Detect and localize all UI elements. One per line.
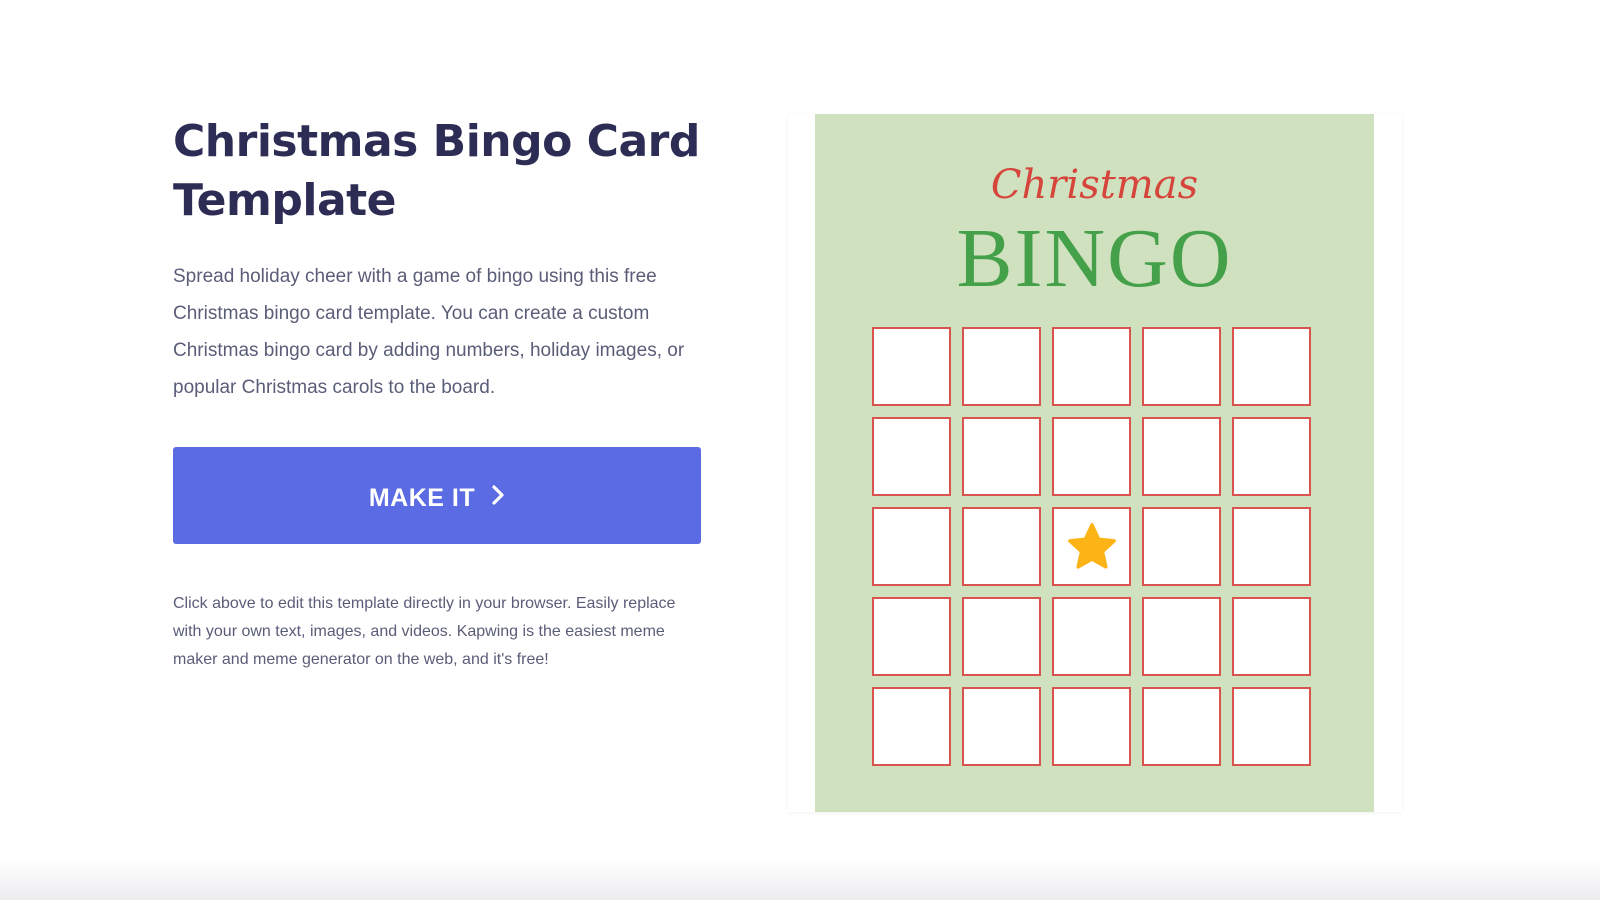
card-script-title: Christmas bbox=[990, 162, 1199, 208]
bingo-cell bbox=[1232, 327, 1311, 406]
bingo-cell bbox=[872, 687, 951, 766]
hero-section: Christmas Bingo Card Template Spread hol… bbox=[173, 112, 703, 674]
editor-footnote: Click above to edit this template direct… bbox=[173, 595, 676, 668]
page-bottom-shade bbox=[0, 860, 1600, 900]
bingo-cell bbox=[1052, 327, 1131, 406]
card-bingo-title: BINGO bbox=[956, 212, 1233, 305]
bingo-cell bbox=[872, 507, 951, 586]
bingo-cell bbox=[1142, 327, 1221, 406]
chevron-right-icon bbox=[492, 485, 504, 505]
bingo-cell bbox=[1232, 687, 1311, 766]
bingo-cell bbox=[872, 417, 951, 496]
bingo-cell bbox=[1142, 687, 1221, 766]
bingo-cell bbox=[962, 507, 1041, 586]
template-description: Spread holiday cheer with a game of bing… bbox=[173, 266, 685, 398]
bingo-cell bbox=[872, 327, 951, 406]
make-it-label: MAKE IT bbox=[368, 483, 476, 512]
bingo-cell bbox=[1232, 417, 1311, 496]
bingo-cell bbox=[1232, 507, 1311, 586]
bingo-cell bbox=[1142, 597, 1221, 676]
bingo-cell bbox=[1052, 507, 1131, 586]
bingo-cell bbox=[872, 597, 951, 676]
bingo-cell bbox=[1232, 597, 1311, 676]
bingo-cell bbox=[1142, 417, 1221, 496]
template-preview-image[interactable]: Christmas BINGO bbox=[815, 114, 1374, 812]
page-title-line-2: Template bbox=[173, 175, 397, 226]
bingo-cell bbox=[1052, 687, 1131, 766]
bingo-cell bbox=[962, 417, 1041, 496]
make-it-button[interactable]: MAKE IT bbox=[173, 447, 701, 544]
bingo-cell bbox=[962, 327, 1041, 406]
bingo-cell bbox=[962, 597, 1041, 676]
bingo-cell bbox=[1052, 597, 1131, 676]
page-title-line-1: Christmas Bingo Card bbox=[173, 116, 700, 167]
page-title: Christmas Bingo Card Template bbox=[173, 112, 703, 230]
bingo-grid bbox=[872, 327, 1311, 766]
bingo-cell bbox=[962, 687, 1041, 766]
star-icon bbox=[1067, 522, 1116, 569]
bingo-cell bbox=[1142, 507, 1221, 586]
bingo-cell bbox=[1052, 417, 1131, 496]
